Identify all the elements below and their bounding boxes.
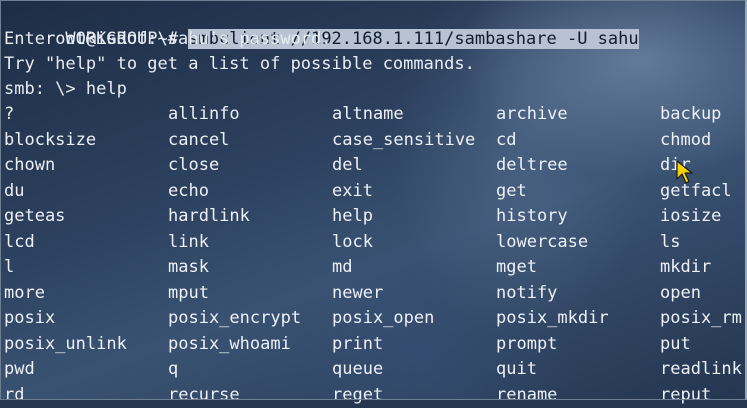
- command-item: lock: [332, 231, 373, 252]
- command-item: mget: [496, 257, 537, 277]
- command-item: geteas: [4, 206, 66, 226]
- command-item: chmod: [660, 129, 712, 150]
- command-item: getfacl: [660, 180, 732, 201]
- command-item: chown: [4, 155, 56, 175]
- command-item: posix_rm: [660, 308, 742, 328]
- command-item: cancel: [168, 129, 230, 150]
- command-item: quit: [496, 359, 537, 379]
- command-item: posix_unlink: [4, 333, 127, 354]
- command-item: q: [168, 359, 179, 379]
- command-item: history: [496, 206, 568, 226]
- command-item: put: [660, 333, 691, 354]
- command-item: lowercase: [496, 231, 589, 252]
- password-prompt: Enter WORKGROUP\sahu's password:: [4, 29, 332, 49]
- command-item: open: [660, 282, 701, 303]
- command-item: allinfo: [168, 104, 240, 124]
- command-item: ls: [660, 231, 681, 252]
- command-item: reput: [660, 384, 712, 405]
- command-item: del: [332, 155, 363, 175]
- command-item: lcd: [4, 231, 35, 252]
- command-item: posix: [4, 308, 56, 328]
- command-item: get: [496, 180, 527, 201]
- command-item: blocksize: [4, 129, 97, 150]
- command-item: pwd: [4, 359, 35, 379]
- command-item: reget: [332, 384, 384, 405]
- command-item: iosize: [660, 206, 722, 226]
- command-item: l: [4, 257, 15, 277]
- command-item: echo: [168, 180, 209, 201]
- command-item: help: [332, 206, 373, 226]
- command-item: print: [332, 333, 384, 354]
- terminal-window[interactable]: root@isdof:~# smbclient //192.168.1.111/…: [4, 2, 745, 405]
- command-item: posix_whoami: [168, 333, 291, 354]
- command-line: root@isdof:~# smbclient //192.168.1.111/…: [4, 2, 639, 49]
- command-item: mask: [168, 257, 209, 277]
- command-item: du: [4, 180, 25, 201]
- command-item: readlink: [660, 359, 742, 379]
- command-item: md: [332, 257, 353, 277]
- command-item: mkdir: [660, 257, 712, 277]
- command-item: rename: [496, 384, 558, 405]
- command-item: rd: [4, 384, 25, 405]
- command-item: newer: [332, 282, 384, 303]
- command-item: altname: [332, 104, 404, 124]
- command-item: notify: [496, 282, 558, 303]
- command-item: ?: [4, 104, 15, 124]
- command-item: deltree: [496, 155, 568, 175]
- command-item: cd: [496, 129, 517, 150]
- command-item: recurse: [168, 384, 240, 405]
- command-item: close: [168, 155, 220, 175]
- command-item: queue: [332, 359, 384, 379]
- command-item: posix_mkdir: [496, 308, 609, 328]
- command-item: hardlink: [168, 206, 250, 226]
- mouse-pointer-icon: [676, 160, 693, 184]
- help-hint: Try "help" to get a list of possible com…: [4, 54, 475, 74]
- command-item: prompt: [496, 333, 558, 354]
- command-item: exit: [332, 180, 373, 201]
- command-item: archive: [496, 104, 568, 124]
- command-item: posix_open: [332, 308, 435, 328]
- command-item: mput: [168, 282, 209, 303]
- smb-prompt-line: smb: \> help: [4, 79, 127, 99]
- command-item: case_sensitive: [332, 129, 476, 150]
- command-item: backup: [660, 104, 722, 124]
- command-item: more: [4, 282, 45, 303]
- command-item: posix_encrypt: [168, 308, 302, 328]
- command-item: link: [168, 231, 209, 252]
